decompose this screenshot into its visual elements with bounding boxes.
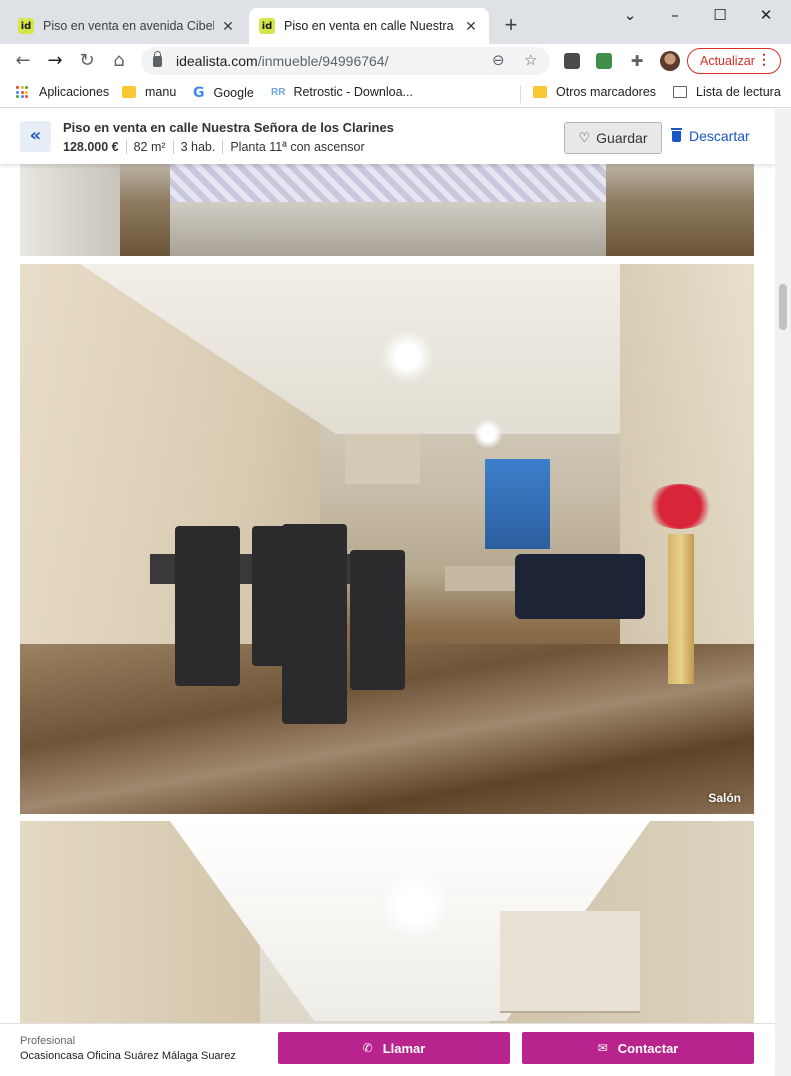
chat-icon: ✉ xyxy=(597,1041,608,1055)
rooms: 3 hab. xyxy=(172,140,223,154)
bookmark-apps[interactable]: Aplicaciones xyxy=(16,85,109,99)
tab-search-icon[interactable]: ⌄ xyxy=(619,6,641,26)
listing-title[interactable]: Piso en venta en calle Nuestra Señora de… xyxy=(63,120,394,135)
agency-name: Ocasioncasa Oficina Suárez Málaga Suarez xyxy=(20,1050,236,1062)
bookmark-label: Retrostic - Downloa... xyxy=(293,85,413,99)
tab-strip: id Piso en venta en avenida Cibeles ✕ id… xyxy=(0,0,791,44)
tab-cibeles[interactable]: id Piso en venta en avenida Cibeles ✕ xyxy=(8,8,246,44)
save-button[interactable]: ♡ Guardar xyxy=(564,122,662,154)
tab-clarines[interactable]: id Piso en venta en calle Nuestra Se ✕ xyxy=(249,8,489,44)
google-icon: G xyxy=(193,85,205,101)
avatar[interactable] xyxy=(660,51,680,71)
update-label: Actualizar xyxy=(700,54,755,68)
back-arrow-icon[interactable]: ← xyxy=(10,48,36,74)
bookmark-manu[interactable]: manu xyxy=(122,85,176,99)
maximize-button[interactable]: ☐ xyxy=(709,6,731,26)
bookmark-label: Google xyxy=(213,86,254,100)
address-bar[interactable]: idealista.com/inmueble/94996764/ ⊖ ☆ xyxy=(141,47,550,75)
bookmark-label: manu xyxy=(145,85,177,99)
double-chevron-left-icon[interactable]: « xyxy=(20,121,51,152)
discard-label: Descartar xyxy=(689,128,750,144)
lock-icon[interactable] xyxy=(153,50,162,67)
folder-icon xyxy=(122,86,136,98)
call-button[interactable]: ✆ Llamar xyxy=(278,1032,510,1064)
trash-icon xyxy=(671,127,682,142)
close-window-button[interactable]: ✕ xyxy=(755,6,777,26)
advertiser-type: Profesional xyxy=(20,1035,76,1047)
bookmark-google[interactable]: G Google xyxy=(193,85,254,101)
browser-toolbar: ← → ↻ ⌂ idealista.com/inmueble/94996764/… xyxy=(0,44,791,78)
photo-detail xyxy=(282,524,347,724)
photo-detail xyxy=(175,526,240,686)
size: 82 m² xyxy=(125,140,173,154)
extension-icon[interactable] xyxy=(564,53,580,69)
photo-caption: Salón xyxy=(708,791,741,805)
url-host: idealista.com xyxy=(176,53,258,69)
reading-list-icon xyxy=(673,86,687,98)
home-icon[interactable]: ⌂ xyxy=(106,48,132,74)
close-icon[interactable]: ✕ xyxy=(463,18,479,34)
phone-icon: ✆ xyxy=(362,1041,373,1055)
close-icon[interactable]: ✕ xyxy=(220,18,236,34)
menu-dots-icon: ⋮ xyxy=(757,51,771,67)
retrostic-icon: RR xyxy=(271,86,286,98)
listing-sticky-header: « Piso en venta en calle Nuestra Señora … xyxy=(0,109,775,164)
new-tab-button[interactable]: + xyxy=(499,14,523,38)
scrollbar-thumb[interactable] xyxy=(779,284,787,330)
photo-detail xyxy=(380,329,435,384)
star-icon[interactable]: ☆ xyxy=(524,51,537,69)
photo-detail xyxy=(500,911,640,1011)
bookmark-label: Lista de lectura xyxy=(696,85,781,99)
contact-label: Contactar xyxy=(617,1040,679,1056)
floor: Planta 11ª con ascensor xyxy=(222,140,371,154)
forward-arrow-icon[interactable]: → xyxy=(42,48,68,74)
heart-icon: ♡ xyxy=(578,130,591,146)
photo-detail xyxy=(485,459,550,549)
reload-icon[interactable]: ↻ xyxy=(74,48,100,74)
photo-detail xyxy=(473,419,503,449)
discard-button[interactable]: Descartar xyxy=(671,127,750,144)
zoom-icon[interactable]: ⊖ xyxy=(492,51,505,69)
photo-detail xyxy=(645,484,715,529)
bookmarks-divider xyxy=(520,85,521,103)
bookmark-other[interactable]: Otros marcadores xyxy=(533,85,656,99)
folder-icon xyxy=(533,86,547,98)
contact-button[interactable]: ✉ Contactar xyxy=(522,1032,754,1064)
photo-detail xyxy=(380,871,450,941)
gallery-photo-bedroom[interactable] xyxy=(20,164,754,256)
photo-detail xyxy=(350,550,405,690)
idealista-favicon-icon: id xyxy=(259,18,275,34)
photo-detail xyxy=(170,202,606,256)
photo-detail xyxy=(445,566,520,591)
bookmark-reading-list[interactable]: Lista de lectura xyxy=(673,85,781,99)
save-label: Guardar xyxy=(596,130,648,146)
price: 128.000 € xyxy=(63,140,119,154)
photo-detail xyxy=(20,164,120,256)
page-scrollbar[interactable] xyxy=(775,109,791,1076)
call-label: Llamar xyxy=(382,1040,426,1056)
bookmarks-bar: Aplicaciones manu G Google RR Retrostic … xyxy=(0,78,791,108)
gallery-photo-living-room[interactable]: Salón xyxy=(20,264,754,814)
url-path: /inmueble/94996764/ xyxy=(257,53,389,69)
puzzle-icon[interactable]: ✚ xyxy=(624,48,650,74)
photo-detail xyxy=(170,164,606,202)
tab-title: Piso en venta en calle Nuestra Se xyxy=(284,19,457,33)
tab-title: Piso en venta en avenida Cibeles xyxy=(43,19,214,33)
bookmark-retrostic[interactable]: RR Retrostic - Downloa... xyxy=(271,85,413,99)
photo-detail xyxy=(668,534,694,684)
bookmark-label: Aplicaciones xyxy=(39,85,110,99)
idealista-favicon-icon: id xyxy=(18,18,34,34)
photo-detail xyxy=(345,434,420,484)
bookmark-label: Otros marcadores xyxy=(556,85,657,99)
extension-icon[interactable] xyxy=(596,53,612,69)
photo-detail xyxy=(515,554,645,619)
contact-bar: Profesional Ocasioncasa Oficina Suárez M… xyxy=(0,1023,775,1076)
minimize-button[interactable]: – xyxy=(664,6,686,26)
apps-grid-icon xyxy=(16,86,28,98)
listing-facts: 128.000 € 82 m² 3 hab. Planta 11ª con as… xyxy=(63,140,372,154)
page-viewport: « Piso en venta en calle Nuestra Señora … xyxy=(0,109,775,1076)
update-button[interactable]: Actualizar ⋮ xyxy=(687,48,781,74)
